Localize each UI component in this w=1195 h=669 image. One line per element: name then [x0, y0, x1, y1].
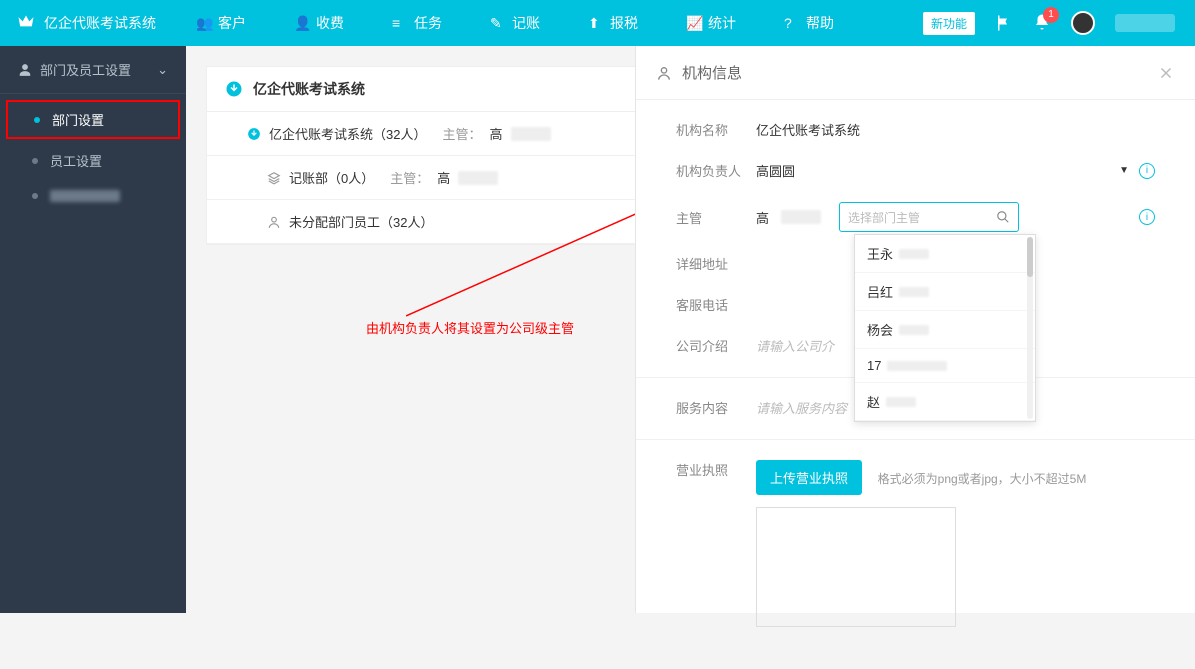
notif-count: 1: [1043, 7, 1059, 23]
field-license: 营业执照 上传营业执照 格式必须为png或者jpg，大小不超过5M: [676, 460, 1155, 627]
search-icon: [996, 210, 1010, 224]
dropdown-option[interactable]: 17: [855, 349, 1035, 383]
bullet-icon: [32, 193, 38, 199]
dropdown-option[interactable]: 杨会: [855, 311, 1035, 349]
user-icon: [656, 65, 672, 81]
panel-header: 机构信息: [636, 46, 1195, 100]
bullet-icon: [32, 158, 38, 164]
username-chip[interactable]: [1115, 14, 1175, 32]
manager-search-input[interactable]: 选择部门主管: [839, 202, 1019, 232]
upload-button[interactable]: 上传营业执照: [756, 460, 862, 495]
sidebar-item-blur[interactable]: [0, 180, 186, 212]
nav-tax[interactable]: ⬆报税: [564, 0, 662, 46]
manager-dropdown: 王永 吕红 杨会 17 赵: [854, 234, 1036, 422]
nav-fees[interactable]: 👤收费: [270, 0, 368, 46]
dropdown-option[interactable]: 赵: [855, 383, 1035, 421]
top-nav: 👥客户 👤收费 ≡任务 ✎记账 ⬆报税 📈统计 ?帮助: [172, 0, 858, 46]
detail-panel: 机构信息 机构名称 亿企代账考试系统 机构负责人 高圆圆 ▼ i 主管 高 选择…: [635, 46, 1195, 613]
avatar[interactable]: [1071, 11, 1095, 35]
bell-icon[interactable]: 1: [1033, 13, 1051, 34]
nav-customers[interactable]: 👥客户: [172, 0, 270, 46]
dropdown-option[interactable]: 吕红: [855, 273, 1035, 311]
dropdown-option[interactable]: 王永: [855, 235, 1035, 273]
crown-icon: [16, 13, 36, 33]
user-icon: [18, 63, 32, 77]
layers-icon: [267, 171, 281, 185]
flag-icon[interactable]: [995, 14, 1013, 32]
brand-title: 亿企代账考试系统: [44, 13, 156, 33]
bullet-icon: [34, 117, 40, 123]
nav-tasks[interactable]: ≡任务: [368, 0, 466, 46]
sidebar-section-header[interactable]: 部门及员工设置 ⌄: [0, 46, 186, 94]
nav-help[interactable]: ?帮助: [760, 0, 858, 46]
sidebar-item-staff[interactable]: 员工设置: [0, 141, 186, 180]
download-icon: [247, 127, 261, 141]
chevron-down-icon: ⌄: [157, 62, 168, 78]
user-icon: [267, 215, 281, 229]
brand: 亿企代账考试系统: [0, 13, 172, 33]
intro-input[interactable]: 请输入公司介: [756, 336, 834, 355]
topbar: 亿企代账考试系统 👥客户 👤收费 ≡任务 ✎记账 ⬆报税 📈统计 ?帮助 新功能…: [0, 0, 1195, 46]
download-icon: [225, 80, 243, 98]
caret-down-icon[interactable]: ▼: [1119, 165, 1129, 176]
scrollbar[interactable]: [1027, 237, 1033, 419]
sidebar: 部门及员工设置 ⌄ 部门设置 员工设置: [0, 46, 186, 613]
sidebar-item-dept[interactable]: 部门设置: [6, 100, 180, 139]
upload-hint: 格式必须为png或者jpg，大小不超过5M: [878, 472, 1087, 486]
nav-stats[interactable]: 📈统计: [662, 0, 760, 46]
info-icon[interactable]: i: [1139, 209, 1155, 225]
panel-body: 机构名称 亿企代账考试系统 机构负责人 高圆圆 ▼ i 主管 高 选择部门主管 …: [636, 100, 1195, 669]
field-owner: 机构负责人 高圆圆 ▼ i: [676, 161, 1155, 180]
info-icon[interactable]: i: [1139, 163, 1155, 179]
nav-accounting[interactable]: ✎记账: [466, 0, 564, 46]
panel-title: 机构信息: [682, 62, 742, 83]
annotation-text: 由机构负责人将其设置为公司级主管: [366, 318, 574, 337]
topbar-right: 新功能 1: [923, 11, 1195, 35]
new-feature-badge[interactable]: 新功能: [923, 12, 975, 35]
field-orgname: 机构名称 亿企代账考试系统: [676, 120, 1155, 139]
close-icon[interactable]: [1157, 64, 1175, 82]
license-preview[interactable]: [756, 507, 956, 627]
service-input[interactable]: 请输入服务内容: [756, 398, 847, 417]
field-manager: 主管 高 选择部门主管 i 王永 吕红 杨会 17 赵: [676, 202, 1155, 232]
